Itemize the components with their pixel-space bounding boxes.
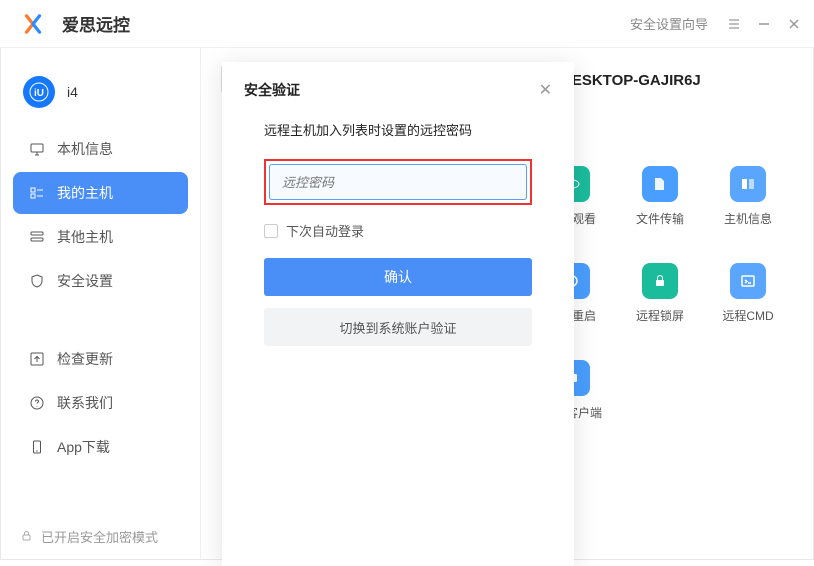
host-title: DESKTOP-GAJIR6J: [561, 72, 793, 89]
footer-status-text: 已开启安全加密模式: [41, 527, 158, 546]
minimize-icon[interactable]: [756, 16, 772, 32]
app-title: 爱思远控: [62, 11, 130, 36]
monitor-icon: [29, 141, 45, 157]
info-icon: [730, 166, 766, 202]
switch-account-button[interactable]: 切换到系统账户验证: [264, 308, 532, 346]
hosts-icon: [29, 229, 45, 245]
sidebar-item-label: 检查更新: [57, 349, 113, 369]
footer-encryption-status: 已开启安全加密模式: [20, 527, 158, 546]
action-file-transfer[interactable]: 文件传输: [625, 166, 695, 227]
help-icon: [29, 395, 45, 411]
auto-login-checkbox[interactable]: 下次自动登录: [264, 221, 532, 240]
password-input[interactable]: [269, 164, 527, 200]
close-icon[interactable]: [786, 16, 802, 32]
action-lock-screen[interactable]: 远程锁屏: [625, 263, 695, 324]
lock-icon: [642, 263, 678, 299]
action-cmd[interactable]: 远程CMD: [713, 263, 783, 324]
svg-text:iU: iU: [34, 88, 44, 99]
security-verify-modal: 安全验证 ✕ 远程主机加入列表时设置的远控密码 下次自动登录 确认 切换到系统账…: [222, 62, 574, 566]
user-name: i4: [67, 84, 78, 100]
user-row[interactable]: iU i4: [1, 66, 200, 128]
sidebar-item-security[interactable]: 安全设置: [13, 260, 188, 302]
action-label: 远程CMD: [722, 307, 773, 324]
titlebar: 爱思远控 安全设置向导: [0, 0, 814, 48]
lock-small-icon: [20, 529, 33, 545]
avatar: iU: [23, 76, 55, 108]
app-logo: [20, 11, 46, 37]
phone-icon: [29, 439, 45, 455]
sidebar-item-local-info[interactable]: 本机信息: [13, 128, 188, 170]
terminal-icon: [730, 263, 766, 299]
menu-icon[interactable]: [726, 16, 742, 32]
action-label: 主机信息: [724, 210, 772, 227]
auto-login-label: 下次自动登录: [286, 221, 364, 240]
action-label: 远程锁屏: [636, 307, 684, 324]
confirm-button[interactable]: 确认: [264, 258, 532, 296]
list-icon: [29, 185, 45, 201]
modal-close-icon[interactable]: ✕: [539, 80, 552, 100]
sidebar-item-label: App下载: [57, 437, 110, 457]
action-label: 文件传输: [636, 210, 684, 227]
file-icon: [642, 166, 678, 202]
sidebar-item-label: 安全设置: [57, 271, 113, 291]
checkbox-icon: [264, 224, 278, 238]
sidebar-item-label: 其他主机: [57, 227, 113, 247]
sidebar-item-app[interactable]: App下载: [13, 426, 188, 468]
security-wizard-link[interactable]: 安全设置向导: [630, 14, 708, 33]
upload-icon: [29, 351, 45, 367]
action-host-info[interactable]: 主机信息: [713, 166, 783, 227]
shield-icon: [29, 273, 45, 289]
sidebar-item-label: 联系我们: [57, 393, 113, 413]
sidebar-item-other-hosts[interactable]: 其他主机: [13, 216, 188, 258]
sidebar-item-label: 我的主机: [57, 183, 113, 203]
sidebar-item-label: 本机信息: [57, 139, 113, 159]
sidebar-item-contact[interactable]: 联系我们: [13, 382, 188, 424]
sidebar-item-update[interactable]: 检查更新: [13, 338, 188, 380]
password-highlight-box: [264, 159, 532, 205]
modal-description: 远程主机加入列表时设置的远控密码: [264, 120, 532, 139]
modal-title: 安全验证: [244, 80, 300, 100]
sidebar: iU i4 本机信息 我的主机 其他主机 安全设置: [1, 1, 201, 559]
sidebar-item-my-hosts[interactable]: 我的主机: [13, 172, 188, 214]
